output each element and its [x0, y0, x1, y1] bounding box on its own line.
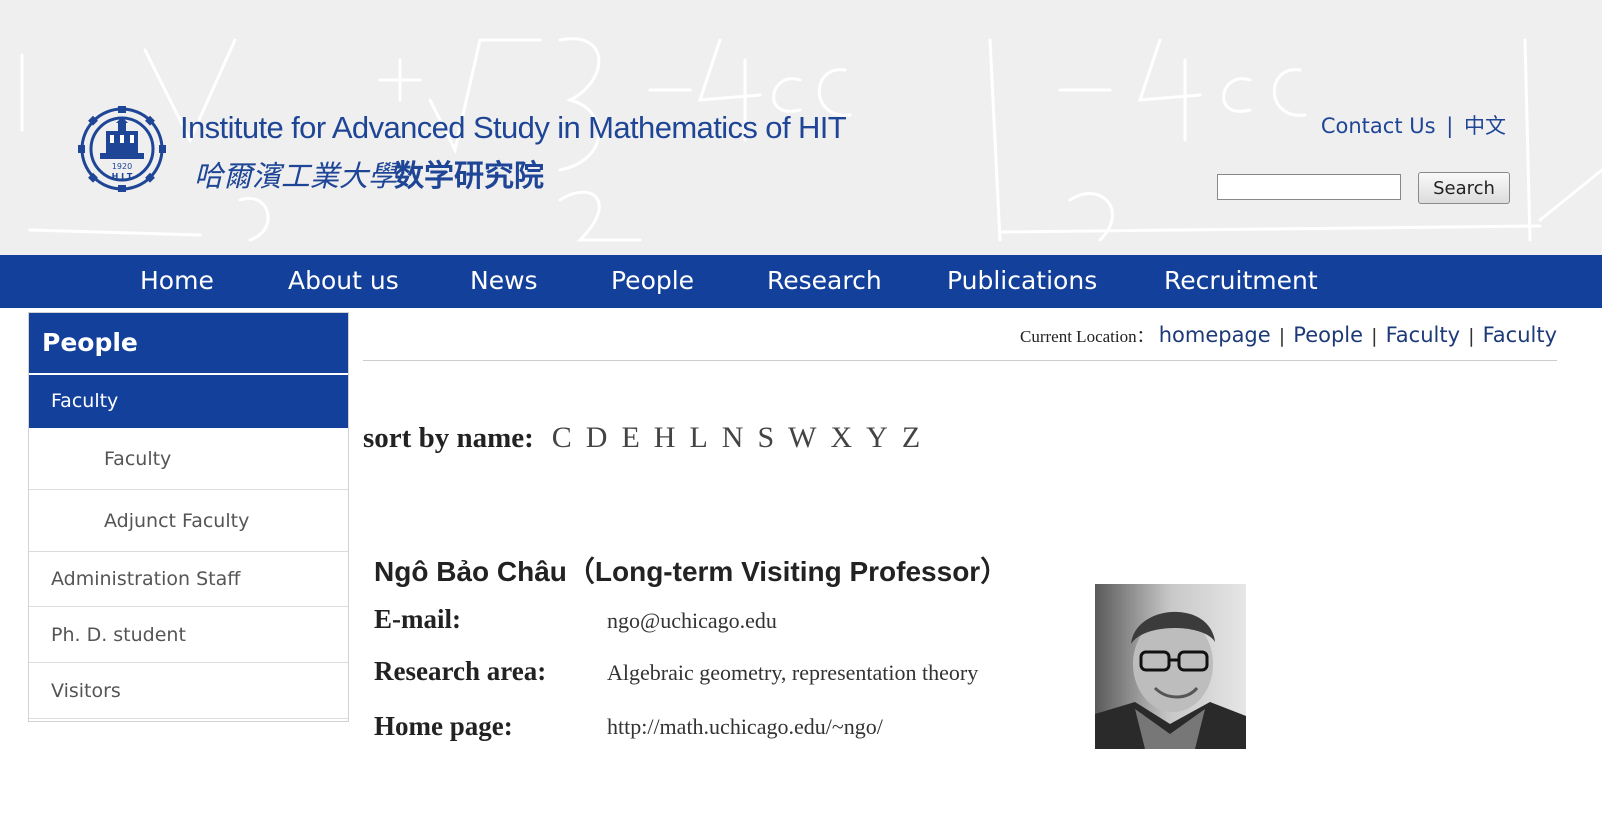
sort-letter-y[interactable]: Y	[866, 421, 888, 454]
sort-letter-w[interactable]: W	[788, 421, 816, 454]
sort-label: sort by name:	[363, 422, 534, 454]
institute-name-en: Institute for Advanced Study in Mathemat…	[180, 110, 847, 145]
sort-letter-x[interactable]: X	[830, 421, 852, 454]
breadcrumb-separator: |	[1278, 325, 1286, 347]
email-value[interactable]: ngo@uchicago.edu	[607, 608, 777, 634]
breadcrumb: Current Location： homepage | People | Fa…	[1020, 322, 1557, 347]
nav-home[interactable]: Home	[140, 266, 214, 295]
home-page-value[interactable]: http://math.uchicago.edu/~ngo/	[607, 714, 883, 740]
main-nav: Home About us News People Research Publi…	[0, 255, 1602, 308]
nav-publications[interactable]: Publications	[947, 266, 1097, 295]
nav-people[interactable]: People	[611, 266, 694, 295]
person-name: Ngô Bảo Châu（Long-term Visiting Professo…	[374, 556, 1009, 587]
svg-text:H I T: H I T	[112, 172, 133, 181]
sort-letter-c[interactable]: C	[552, 421, 572, 454]
sort-letter-n[interactable]: N	[722, 421, 744, 454]
sort-letter-z[interactable]: Z	[902, 421, 920, 454]
sidebar-item-administration-staff[interactable]: Administration Staff	[29, 552, 348, 607]
sidebar-subitem-adjunct-faculty[interactable]: Adjunct Faculty	[29, 490, 348, 552]
institute-name-zh: 数学研究院	[394, 159, 544, 194]
top-links: Contact Us | 中文	[1321, 110, 1506, 140]
home-page-label: Home page:	[374, 711, 513, 741]
sidebar-item-phd-student[interactable]: Ph. D. student	[29, 607, 348, 663]
sort-letter-s[interactable]: S	[757, 421, 774, 454]
breadcrumb-label: Current Location：	[1020, 327, 1154, 346]
sort-by-name: sort by name: C D E H L N S W X Y Z	[363, 421, 920, 455]
hit-seal-logo: 1920 H I T	[78, 106, 166, 192]
profile-photo	[1095, 584, 1246, 749]
sort-letter-d[interactable]: D	[586, 421, 608, 454]
sort-letter-h[interactable]: H	[654, 421, 676, 454]
sidebar: People Faculty Faculty Adjunct Faculty A…	[28, 312, 349, 722]
sidebar-title: People	[29, 313, 348, 373]
university-name-zh: 哈爾濱工業大學	[194, 159, 398, 193]
top-link-separator: |	[1446, 114, 1454, 138]
svg-text:1920: 1920	[112, 162, 132, 171]
nav-recruitment[interactable]: Recruitment	[1164, 266, 1318, 295]
sidebar-subitem-faculty[interactable]: Faculty	[29, 428, 348, 490]
breadcrumb-separator: |	[1468, 325, 1475, 347]
research-area-value: Algebraic geometry, representation theor…	[607, 660, 979, 685]
sort-letter-e[interactable]: E	[621, 421, 639, 454]
research-area-label: Research area:	[374, 656, 547, 686]
breadcrumb-divider	[363, 360, 1557, 361]
breadcrumb-separator: |	[1371, 325, 1378, 347]
sidebar-item-faculty[interactable]: Faculty	[29, 375, 348, 428]
sidebar-item-visitors[interactable]: Visitors	[29, 663, 348, 719]
site-header: 1920 H I T Institute for Advanced Study …	[0, 0, 1602, 255]
nav-research[interactable]: Research	[767, 266, 882, 295]
contact-us-link[interactable]: Contact Us	[1321, 114, 1436, 138]
breadcrumb-homepage[interactable]: homepage	[1159, 323, 1271, 347]
nav-about-us[interactable]: About us	[288, 266, 399, 295]
chinese-language-link[interactable]: 中文	[1464, 114, 1506, 138]
breadcrumb-faculty[interactable]: Faculty	[1386, 323, 1460, 347]
search-button[interactable]: Search	[1418, 172, 1510, 204]
sort-letter-l[interactable]: L	[689, 421, 707, 454]
breadcrumb-people[interactable]: People	[1293, 323, 1363, 347]
search-input[interactable]	[1217, 174, 1401, 200]
breadcrumb-faculty-current[interactable]: Faculty	[1483, 323, 1557, 347]
email-label: E-mail:	[374, 604, 461, 634]
nav-news[interactable]: News	[470, 266, 538, 295]
